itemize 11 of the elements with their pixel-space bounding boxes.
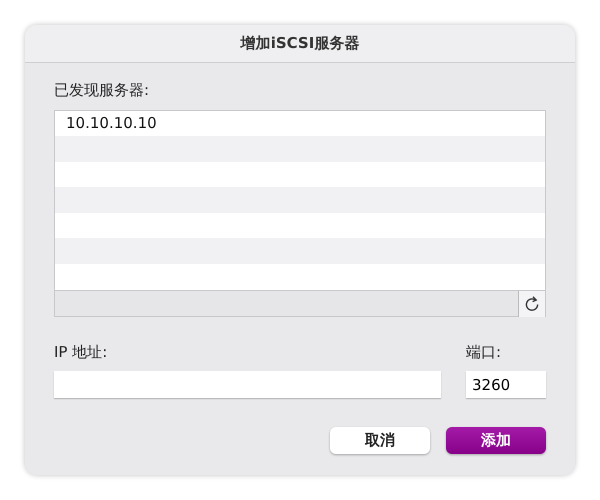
servers-label: 已发现服务器: bbox=[54, 80, 150, 101]
port-label: 端口: bbox=[466, 342, 502, 363]
cancel-button[interactable]: 取消 bbox=[330, 427, 430, 454]
window-title: 增加iSCSI服务器 bbox=[25, 25, 575, 63]
refresh-button[interactable] bbox=[518, 290, 545, 317]
ip-address-field[interactable] bbox=[54, 371, 441, 398]
ip-address-label: IP 地址: bbox=[54, 342, 108, 363]
port-field[interactable]: 3260 bbox=[466, 371, 546, 398]
add-button[interactable]: 添加 bbox=[446, 427, 546, 454]
server-address[interactable]: 10.10.10.10 bbox=[66, 112, 157, 135]
refresh-icon bbox=[524, 295, 540, 312]
